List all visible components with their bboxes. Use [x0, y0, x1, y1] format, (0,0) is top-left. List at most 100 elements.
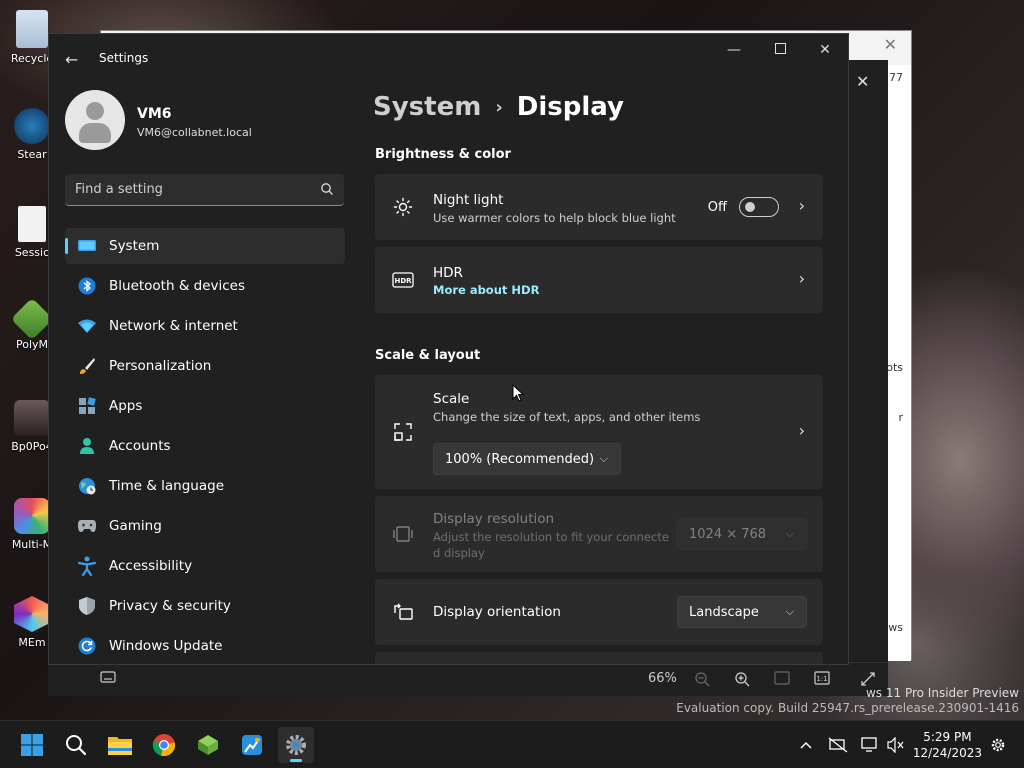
clock-date: 12/24/2023 [912, 746, 982, 760]
close-icon[interactable]: ✕ [810, 42, 840, 58]
orientation-dropdown-value: Landscape [689, 604, 759, 620]
display-orientation-title: Display orientation [433, 604, 561, 620]
clock-time: 5:29 PM [923, 730, 972, 744]
more-about-hdr-link[interactable]: More about HDR [433, 283, 539, 297]
zoom-out-icon[interactable] [694, 671, 710, 691]
close-icon[interactable]: ✕ [884, 35, 897, 54]
active-app-indicator [290, 759, 302, 762]
taskbar-file-explorer[interactable] [102, 727, 138, 763]
sidebar-item-system[interactable]: System [65, 228, 345, 264]
viewer-toolbar: 66% 1:1 [88, 662, 888, 696]
chevron-right-icon[interactable]: › [799, 196, 805, 215]
resolution-dropdown-value: 1024 × 768 [689, 526, 767, 542]
search-icon[interactable] [320, 182, 334, 196]
orientation-icon [391, 600, 415, 624]
network-disconnected-icon[interactable] [828, 735, 848, 755]
taskbar-search-button[interactable] [58, 727, 94, 763]
title-bar[interactable]: ← Settings — ✕ [49, 34, 848, 82]
chrome-icon [152, 734, 176, 757]
search-box[interactable] [65, 174, 344, 206]
sidebar-item-network[interactable]: Network & internet [65, 308, 345, 344]
start-button[interactable] [14, 727, 50, 763]
chevron-right-icon[interactable]: › [799, 269, 805, 288]
sidebar-item-time-language[interactable]: Time & language [65, 468, 345, 504]
steam-icon [14, 108, 50, 144]
sidebar-item-accounts[interactable]: Accounts [65, 428, 345, 464]
scale-dropdown[interactable]: 100% (Recommended) ⌵ [433, 443, 621, 475]
next-setting-card[interactable] [375, 652, 823, 664]
sidebar-item-label: Apps [109, 398, 143, 414]
sidebar-item-label: System [109, 238, 160, 254]
breadcrumb-parent[interactable]: System [373, 92, 481, 122]
display-resolution-card: Display resolution Adjust the resolution… [375, 496, 823, 572]
sidebar-item-accessibility[interactable]: Accessibility [65, 548, 345, 584]
avatar-head [86, 102, 104, 120]
background-text: r [898, 411, 903, 424]
notification-settings-icon[interactable] [988, 735, 1008, 755]
taskbar-chrome[interactable] [146, 727, 182, 763]
sidebar-item-gaming[interactable]: Gaming [65, 508, 345, 544]
watermark-line-2: Evaluation copy. Build 25947.rs_prerelea… [676, 701, 1019, 715]
sidebar-nav: System Bluetooth & devices Network & int… [65, 228, 345, 664]
avatar[interactable] [65, 90, 125, 150]
section-heading-scale-layout: Scale & layout [375, 348, 481, 363]
sidebar-item-label: Accounts [109, 438, 171, 454]
display-icon[interactable] [860, 735, 880, 755]
night-light-toggle[interactable] [739, 197, 779, 217]
brush-icon [77, 356, 97, 376]
window-title: Settings [99, 51, 149, 65]
maximize-icon[interactable] [765, 42, 795, 58]
taskbar-polymc[interactable] [190, 727, 226, 763]
system-clock[interactable]: 5:29 PM 12/24/2023 [913, 729, 982, 761]
svg-text:1:1: 1:1 [816, 675, 827, 683]
gamepad-icon [77, 516, 97, 536]
gear-icon [286, 735, 306, 755]
section-heading-brightness: Brightness & color [375, 147, 511, 162]
sidebar-item-label: Personalization [109, 358, 212, 374]
sidebar-item-apps[interactable]: Apps [65, 388, 345, 424]
polymc-icon [10, 297, 54, 341]
zoom-in-icon[interactable] [734, 671, 750, 691]
display-orientation-card[interactable]: Display orientation Landscape ⌵ [375, 579, 823, 645]
night-light-state: Off [707, 200, 727, 215]
settings-window: ← Settings — ✕ VM6 VM6@collabnet.local S… [48, 33, 849, 665]
file-icon [18, 206, 46, 242]
hdr-card[interactable]: HDR HDR More about HDR › [375, 247, 823, 313]
sidebar-item-windows-update[interactable]: Windows Update [65, 628, 345, 664]
minimize-icon[interactable]: — [719, 42, 749, 58]
sidebar-item-personalization[interactable]: Personalization [65, 348, 345, 384]
scale-subtitle: Change the size of text, apps, and other… [433, 410, 701, 424]
taskbar-settings[interactable] [278, 727, 314, 763]
hdr-title: HDR [433, 265, 463, 281]
volume-muted-icon[interactable] [886, 735, 906, 755]
sidebar-item-label: Privacy & security [109, 598, 231, 614]
orientation-dropdown[interactable]: Landscape ⌵ [677, 596, 807, 628]
search-input[interactable] [65, 174, 344, 205]
display-resolution-title: Display resolution [433, 511, 555, 527]
fit-window-icon[interactable] [774, 671, 790, 689]
hdr-icon: HDR [391, 268, 415, 292]
bluetooth-icon [77, 276, 97, 296]
avatar-body [79, 123, 111, 143]
sidebar-item-bluetooth[interactable]: Bluetooth & devices [65, 268, 345, 304]
sidebar-item-privacy[interactable]: Privacy & security [65, 588, 345, 624]
viewer-close-icon[interactable]: ✕ [856, 72, 869, 91]
windows-logo-icon [21, 734, 43, 756]
back-arrow-icon[interactable]: ← [65, 50, 78, 69]
sidebar-item-label: Network & internet [109, 318, 238, 334]
night-light-card[interactable]: Night light Use warmer colors to help bl… [375, 174, 823, 240]
apps-icon [77, 396, 97, 416]
chevron-right-icon[interactable]: › [799, 421, 805, 440]
keyboard-icon[interactable] [100, 671, 116, 687]
background-text: ws [888, 621, 903, 634]
polymc-icon [198, 735, 218, 755]
multi-manager-icon [14, 498, 50, 534]
actual-size-icon[interactable]: 1:1 [814, 671, 830, 689]
person-icon [77, 436, 97, 456]
taskbar-paint[interactable] [234, 727, 270, 763]
scale-dropdown-value: 100% (Recommended) [445, 451, 595, 467]
night-light-title: Night light [433, 192, 504, 208]
scale-card[interactable]: Scale Change the size of text, apps, and… [375, 375, 823, 489]
chevron-up-icon[interactable] [796, 735, 816, 755]
chevron-down-icon: ⌵ [785, 527, 794, 540]
